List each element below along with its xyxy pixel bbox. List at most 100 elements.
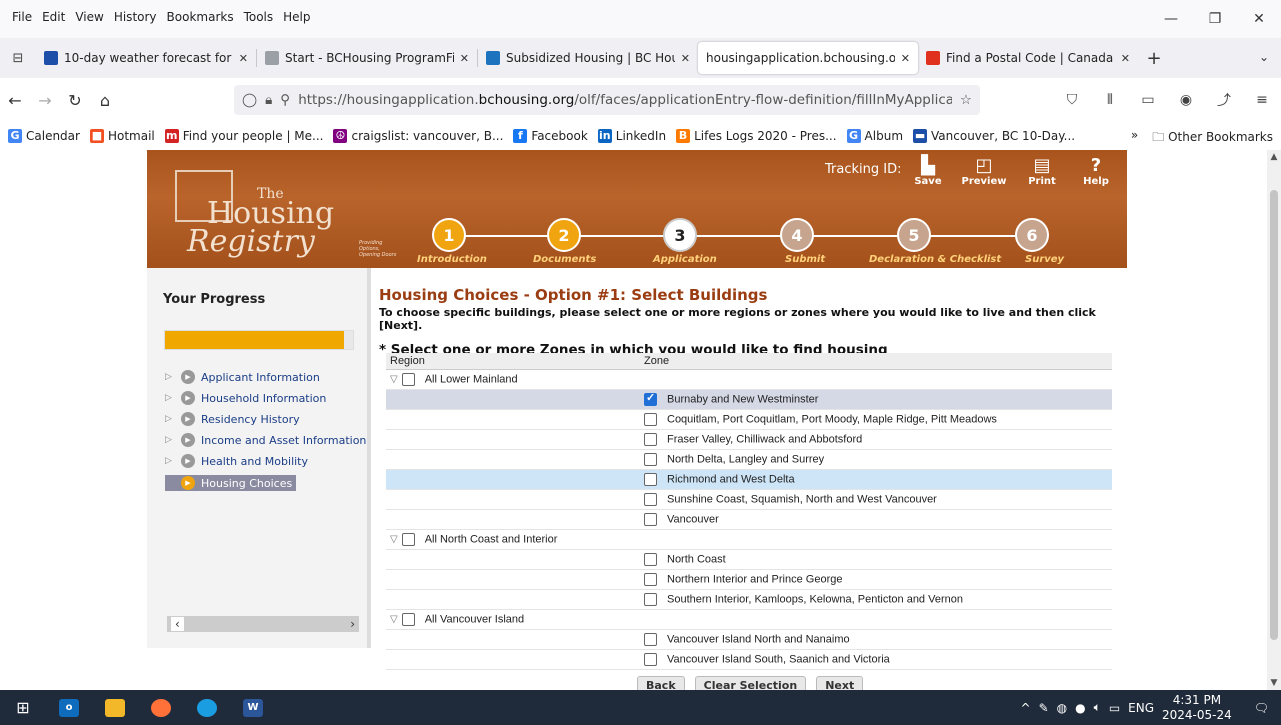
url-bar[interactable]: ◯ 🔒︎ ⚲ https://housingapplication.bchous… xyxy=(234,85,980,115)
library-icon[interactable]: ⫴ xyxy=(1091,92,1129,108)
region-checkbox[interactable] xyxy=(401,532,415,546)
save-button[interactable]: ▙ Save xyxy=(903,156,953,188)
print-button[interactable]: ▤ Print xyxy=(1017,156,1067,188)
file-explorer-icon[interactable] xyxy=(92,690,138,725)
forward-icon[interactable]: → xyxy=(30,91,60,110)
tab-close-icon[interactable]: ✕ xyxy=(1121,52,1130,65)
pen-icon[interactable]: ✎ xyxy=(1039,701,1049,715)
menu-help[interactable]: Help xyxy=(283,10,310,24)
zone-checkbox[interactable] xyxy=(644,472,657,486)
bookmarks-overflow-icon[interactable]: » xyxy=(1131,128,1138,149)
sidebar-item-health-and-mobility[interactable]: ▷ ▶ Health and Mobility xyxy=(165,454,308,468)
extensions-icon[interactable]: ⤴ xyxy=(1205,90,1243,110)
bookmark-item[interactable]: B Lifes Logs 2020 - Pres... xyxy=(676,129,837,143)
zone-checkbox[interactable] xyxy=(644,512,657,526)
bookmark-item[interactable]: m Find your people | Me... xyxy=(164,129,323,143)
back-button[interactable]: Back xyxy=(637,676,685,690)
back-icon[interactable]: ← xyxy=(0,91,30,110)
pocket-icon[interactable]: ⛉ xyxy=(1053,92,1091,108)
tab-close-icon[interactable]: ✕ xyxy=(681,52,690,65)
step-5[interactable]: 5 xyxy=(897,218,931,252)
collapse-triangle-icon[interactable]: ▽ xyxy=(390,374,398,385)
other-bookmarks[interactable]: 🗀︎ Other Bookmarks xyxy=(1152,128,1273,149)
region-checkbox[interactable] xyxy=(401,372,415,386)
minimize-icon[interactable]: — xyxy=(1149,0,1193,38)
zone-row[interactable]: Richmond and West Delta xyxy=(386,469,1112,490)
zone-row[interactable]: Coquitlam, Port Coquitlam, Port Moody, M… xyxy=(386,409,1112,430)
notifications-icon[interactable]: 🗨︎ xyxy=(1254,701,1269,715)
menu-edit[interactable]: Edit xyxy=(42,10,65,24)
zone-checkbox[interactable] xyxy=(644,572,657,586)
zone-row[interactable]: Vancouver Island South, Saanich and Vict… xyxy=(386,649,1112,670)
zone-row[interactable]: North Coast xyxy=(386,549,1112,570)
bookmark-item[interactable]: in LinkedIn xyxy=(597,129,666,143)
network-icon[interactable]: ◍ xyxy=(1057,701,1067,715)
tab-5[interactable]: Find a Postal Code | Canada Pos ✕ xyxy=(918,42,1138,74)
outlook-icon[interactable]: o xyxy=(46,690,92,725)
list-all-tabs-icon[interactable]: ⊟ xyxy=(0,38,36,78)
region-checkbox[interactable] xyxy=(401,612,415,626)
collapse-triangle-icon[interactable]: ▽ xyxy=(390,534,398,545)
zone-row[interactable]: Sunshine Coast, Squamish, North and West… xyxy=(386,489,1112,510)
bookmark-star-icon[interactable]: ☆ xyxy=(960,92,972,108)
edge-icon[interactable] xyxy=(184,690,230,725)
tab-close-icon[interactable]: ✕ xyxy=(460,52,469,65)
clear-selection-button[interactable]: Clear Selection xyxy=(694,676,807,690)
tab-close-icon[interactable]: ✕ xyxy=(901,52,910,65)
permissions-icon[interactable]: ⚲ xyxy=(280,92,290,108)
menu-view[interactable]: View xyxy=(75,10,103,24)
windows-start-icon[interactable]: ⊞ xyxy=(0,690,46,725)
menu-icon[interactable]: ≡ xyxy=(1243,92,1281,108)
menu-file[interactable]: File xyxy=(12,10,32,24)
zone-row[interactable]: Fraser Valley, Chilliwack and Abbotsford xyxy=(386,429,1112,450)
new-tab-icon[interactable]: + xyxy=(1138,48,1170,69)
zone-row[interactable]: Northern Interior and Prince George xyxy=(386,569,1112,590)
zone-checkbox[interactable] xyxy=(644,492,657,506)
lock-icon[interactable]: 🔒︎ xyxy=(265,92,272,108)
tab-4[interactable]: housingapplication.bchousing.org/ ✕ xyxy=(698,42,918,74)
tab-close-icon[interactable]: ✕ xyxy=(239,52,248,65)
help-button[interactable]: ? Help xyxy=(1071,156,1121,188)
zone-checkbox[interactable] xyxy=(644,592,657,606)
step-6[interactable]: 6 xyxy=(1015,218,1049,252)
sidebar-scrollbar[interactable]: ‹ › xyxy=(167,616,359,632)
word-icon[interactable]: W xyxy=(230,690,276,725)
bookmark-item[interactable]: ☮ craigslist: vancouver, B... xyxy=(333,129,503,143)
shield-icon[interactable]: ◯ xyxy=(242,92,257,108)
menu-history[interactable]: History xyxy=(114,10,157,24)
firefox-icon[interactable] xyxy=(138,690,184,725)
sidebar-item-income-and-asset-information[interactable]: ▷ ▶ Income and Asset Information xyxy=(165,433,366,447)
bookmark-item[interactable]: f Facebook xyxy=(513,129,588,143)
zone-checkbox[interactable] xyxy=(644,652,657,666)
zone-checkbox[interactable] xyxy=(644,452,657,466)
tab-3[interactable]: Subsidized Housing | BC Housin ✕ xyxy=(478,42,698,74)
tab-1[interactable]: 10-day weather forecast for Van ✕ xyxy=(36,42,256,74)
page-scrollbar[interactable]: ▲ ▼ xyxy=(1267,150,1281,690)
account-icon[interactable]: ◉ xyxy=(1167,92,1205,108)
close-window-icon[interactable]: ✕ xyxy=(1237,0,1281,38)
home-icon[interactable]: ⌂ xyxy=(90,91,120,110)
sidebar-item-applicant-information[interactable]: ▷ ▶ Applicant Information xyxy=(165,370,320,384)
sidebar-item-household-information[interactable]: ▷ ▶ Household Information xyxy=(165,391,326,405)
bookmark-item[interactable]: ■ Hotmail xyxy=(89,129,155,143)
step-4[interactable]: 4 xyxy=(780,218,814,252)
zone-row[interactable]: Vancouver Island North and Nanaimo xyxy=(386,629,1112,650)
tab-2[interactable]: Start - BCHousing ProgramFind ✕ xyxy=(257,42,477,74)
bookmark-item[interactable]: ▬ Vancouver, BC 10-Day... xyxy=(913,129,1075,143)
battery-icon[interactable]: ▭ xyxy=(1109,701,1120,715)
sidebar-item-residency-history[interactable]: ▷ ▶ Residency History xyxy=(165,412,300,426)
collapse-triangle-icon[interactable]: ▽ xyxy=(390,614,398,625)
next-button[interactable]: Next xyxy=(816,676,864,690)
menu-tools[interactable]: Tools xyxy=(244,10,274,24)
chevron-up-icon[interactable]: ^ xyxy=(1021,701,1031,715)
bookmark-item[interactable]: G Calendar xyxy=(8,129,80,143)
zone-checkbox[interactable] xyxy=(644,552,657,566)
zone-row[interactable]: Burnaby and New Westminster xyxy=(386,389,1112,410)
zone-checkbox[interactable] xyxy=(644,391,657,406)
clock[interactable]: 4:31 PM 2024-05-24 xyxy=(1162,693,1232,723)
zone-row[interactable]: Southern Interior, Kamloops, Kelowna, Pe… xyxy=(386,589,1112,610)
menu-bookmarks[interactable]: Bookmarks xyxy=(167,10,234,24)
url-text[interactable]: https://housingapplication.bchousing.org… xyxy=(298,92,952,108)
step-2[interactable]: 2 xyxy=(547,218,581,252)
zone-checkbox[interactable] xyxy=(644,632,657,646)
